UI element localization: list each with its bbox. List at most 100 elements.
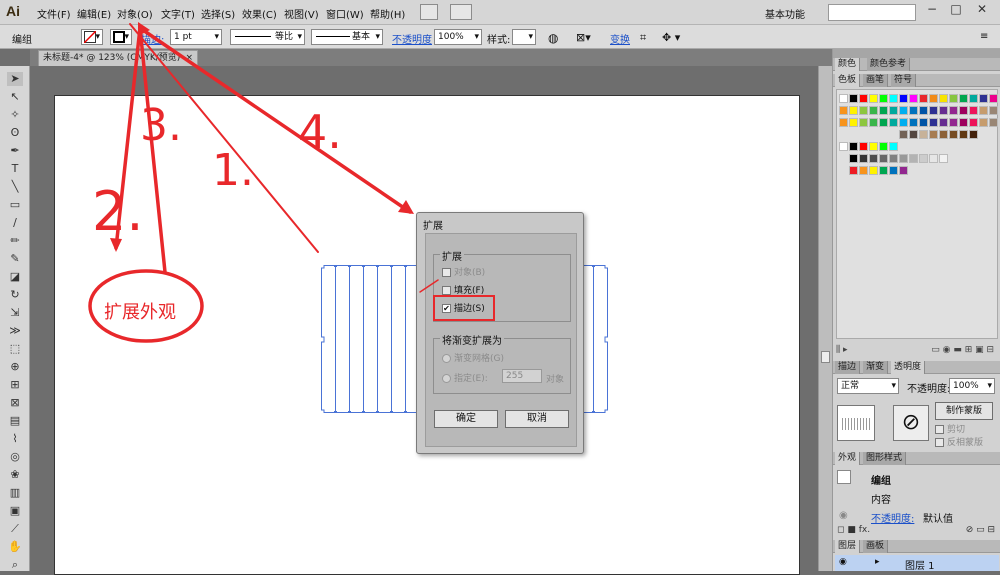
type-tool-icon[interactable]: T	[7, 162, 23, 176]
hand-tool-icon[interactable]: ✋	[7, 540, 23, 554]
search-input[interactable]	[828, 4, 916, 21]
color-swatch[interactable]	[909, 118, 918, 127]
transparency-opacity-field[interactable]: 100%	[949, 378, 995, 394]
free-transform-tool-icon[interactable]: ⬚	[7, 342, 23, 356]
color-swatch[interactable]	[859, 118, 868, 127]
tab-brushes[interactable]: 画笔	[863, 74, 889, 87]
stroke-color-picker[interactable]	[110, 29, 132, 45]
resize-handle[interactable]	[321, 336, 325, 343]
color-swatch[interactable]	[869, 106, 878, 115]
color-swatch[interactable]	[909, 154, 918, 163]
color-swatch[interactable]	[939, 154, 948, 163]
tab-transparency[interactable]: 透明度	[891, 361, 926, 374]
line-tool-icon[interactable]: ╲	[7, 180, 23, 194]
color-swatch[interactable]	[869, 142, 878, 151]
transform-link[interactable]: 变换	[610, 31, 630, 46]
color-swatch[interactable]	[859, 94, 868, 103]
color-swatch[interactable]	[889, 118, 898, 127]
pen-tool-icon[interactable]: ✒	[7, 144, 23, 158]
color-swatch[interactable]	[949, 106, 958, 115]
color-swatch[interactable]	[919, 130, 928, 139]
variable-width-profile[interactable]: 等比	[230, 29, 305, 45]
options-icon[interactable]: ✥ ▾	[662, 31, 680, 44]
lasso-tool-icon[interactable]: ʘ	[7, 126, 23, 140]
swatch-library-icon[interactable]: ⫼ ▸	[836, 345, 848, 355]
color-swatch[interactable]	[969, 118, 978, 127]
recolor-icon[interactable]: ◍	[548, 31, 558, 45]
graphic-style-picker[interactable]	[512, 29, 536, 45]
color-swatch[interactable]	[929, 118, 938, 127]
color-swatch[interactable]	[869, 94, 878, 103]
document-tab[interactable]: 未标题-4* @ 123% (CMYK/预览) ×	[38, 50, 198, 66]
color-swatch[interactable]	[879, 154, 888, 163]
color-swatch[interactable]	[969, 130, 978, 139]
panel-menu-icon[interactable]: ≡	[980, 31, 988, 42]
magic-wand-tool-icon[interactable]: ✧	[7, 108, 23, 122]
color-swatch[interactable]	[949, 94, 958, 103]
color-swatch[interactable]	[959, 94, 968, 103]
color-swatch[interactable]	[899, 118, 908, 127]
color-swatch[interactable]	[919, 94, 928, 103]
color-swatch[interactable]	[899, 94, 908, 103]
slice-tool-icon[interactable]: ⟋	[7, 522, 23, 536]
rectangle-tool-icon[interactable]: ▭	[7, 198, 23, 212]
minimize-button[interactable]: −	[922, 2, 942, 18]
fill-color-picker[interactable]	[81, 29, 103, 45]
tab-color[interactable]: 颜色	[835, 58, 861, 71]
tab-color-guide[interactable]: 颜色参考	[867, 58, 911, 71]
color-swatch[interactable]	[939, 94, 948, 103]
scale-tool-icon[interactable]: ⇲	[7, 306, 23, 320]
workspace-switcher[interactable]: 基本功能	[765, 6, 805, 21]
tab-close-icon[interactable]: ×	[185, 51, 193, 66]
color-swatch[interactable]	[919, 154, 928, 163]
color-swatch[interactable]	[849, 154, 858, 163]
isolate-icon[interactable]: ⌗	[640, 31, 646, 45]
vertical-scrollbar[interactable]	[818, 66, 832, 571]
color-swatch[interactable]	[849, 118, 858, 127]
color-swatch[interactable]	[939, 118, 948, 127]
paintbrush-tool-icon[interactable]: ∕	[7, 216, 23, 230]
blend-tool-icon[interactable]: ◎	[7, 450, 23, 464]
align-icon[interactable]: ⊠▾	[576, 31, 591, 44]
menu-object[interactable]: 对象(O)	[117, 6, 153, 21]
blob-brush-tool-icon[interactable]: ✎	[7, 252, 23, 266]
brush-definition[interactable]: 基本	[311, 29, 383, 45]
appearance-content-label[interactable]: 内容	[871, 491, 891, 506]
maximize-button[interactable]: □	[946, 2, 966, 18]
scroll-thumb[interactable]	[821, 351, 830, 363]
menu-effect[interactable]: 效果(C)	[242, 6, 277, 21]
color-swatch[interactable]	[939, 130, 948, 139]
color-swatch[interactable]	[899, 106, 908, 115]
menu-type[interactable]: 文字(T)	[161, 6, 195, 21]
color-swatch[interactable]	[839, 106, 848, 115]
color-swatch[interactable]	[899, 166, 908, 175]
layer-visibility-icon[interactable]: ◉	[839, 557, 847, 567]
color-swatch[interactable]	[879, 166, 888, 175]
color-swatch[interactable]	[989, 106, 998, 115]
color-swatch[interactable]	[849, 94, 858, 103]
visibility-eye-icon[interactable]: ◉	[839, 510, 848, 521]
make-mask-button[interactable]: 制作蒙版	[935, 402, 993, 420]
color-swatch[interactable]	[879, 142, 888, 151]
mesh-tool-icon[interactable]: ⊠	[7, 396, 23, 410]
gradient-tool-icon[interactable]: ▤	[7, 414, 23, 428]
tab-layers[interactable]: 图层	[835, 540, 861, 553]
color-swatch[interactable]	[889, 142, 898, 151]
blend-mode-select[interactable]: 正常	[837, 378, 899, 394]
color-swatch[interactable]	[869, 166, 878, 175]
selection-tool-icon[interactable]: ➤	[7, 72, 23, 86]
pencil-tool-icon[interactable]: ✏	[7, 234, 23, 248]
menu-help[interactable]: 帮助(H)	[370, 6, 405, 21]
zoom-tool-icon[interactable]: ⌕	[7, 558, 23, 572]
appearance-opacity-link[interactable]: 不透明度:	[871, 510, 914, 525]
tab-stroke[interactable]: 描边	[835, 361, 861, 374]
appearance-footer[interactable]: ◻ ■ fx. ⊘ ▭ ⊟	[837, 525, 997, 535]
color-swatch[interactable]	[889, 166, 898, 175]
color-swatch[interactable]	[879, 94, 888, 103]
color-swatch[interactable]	[869, 118, 878, 127]
color-swatch[interactable]	[849, 166, 858, 175]
tab-swatches[interactable]: 色板	[835, 74, 861, 87]
menu-view[interactable]: 视图(V)	[284, 6, 319, 21]
menu-edit[interactable]: 编辑(E)	[77, 6, 111, 21]
rotate-tool-icon[interactable]: ↻	[7, 288, 23, 302]
